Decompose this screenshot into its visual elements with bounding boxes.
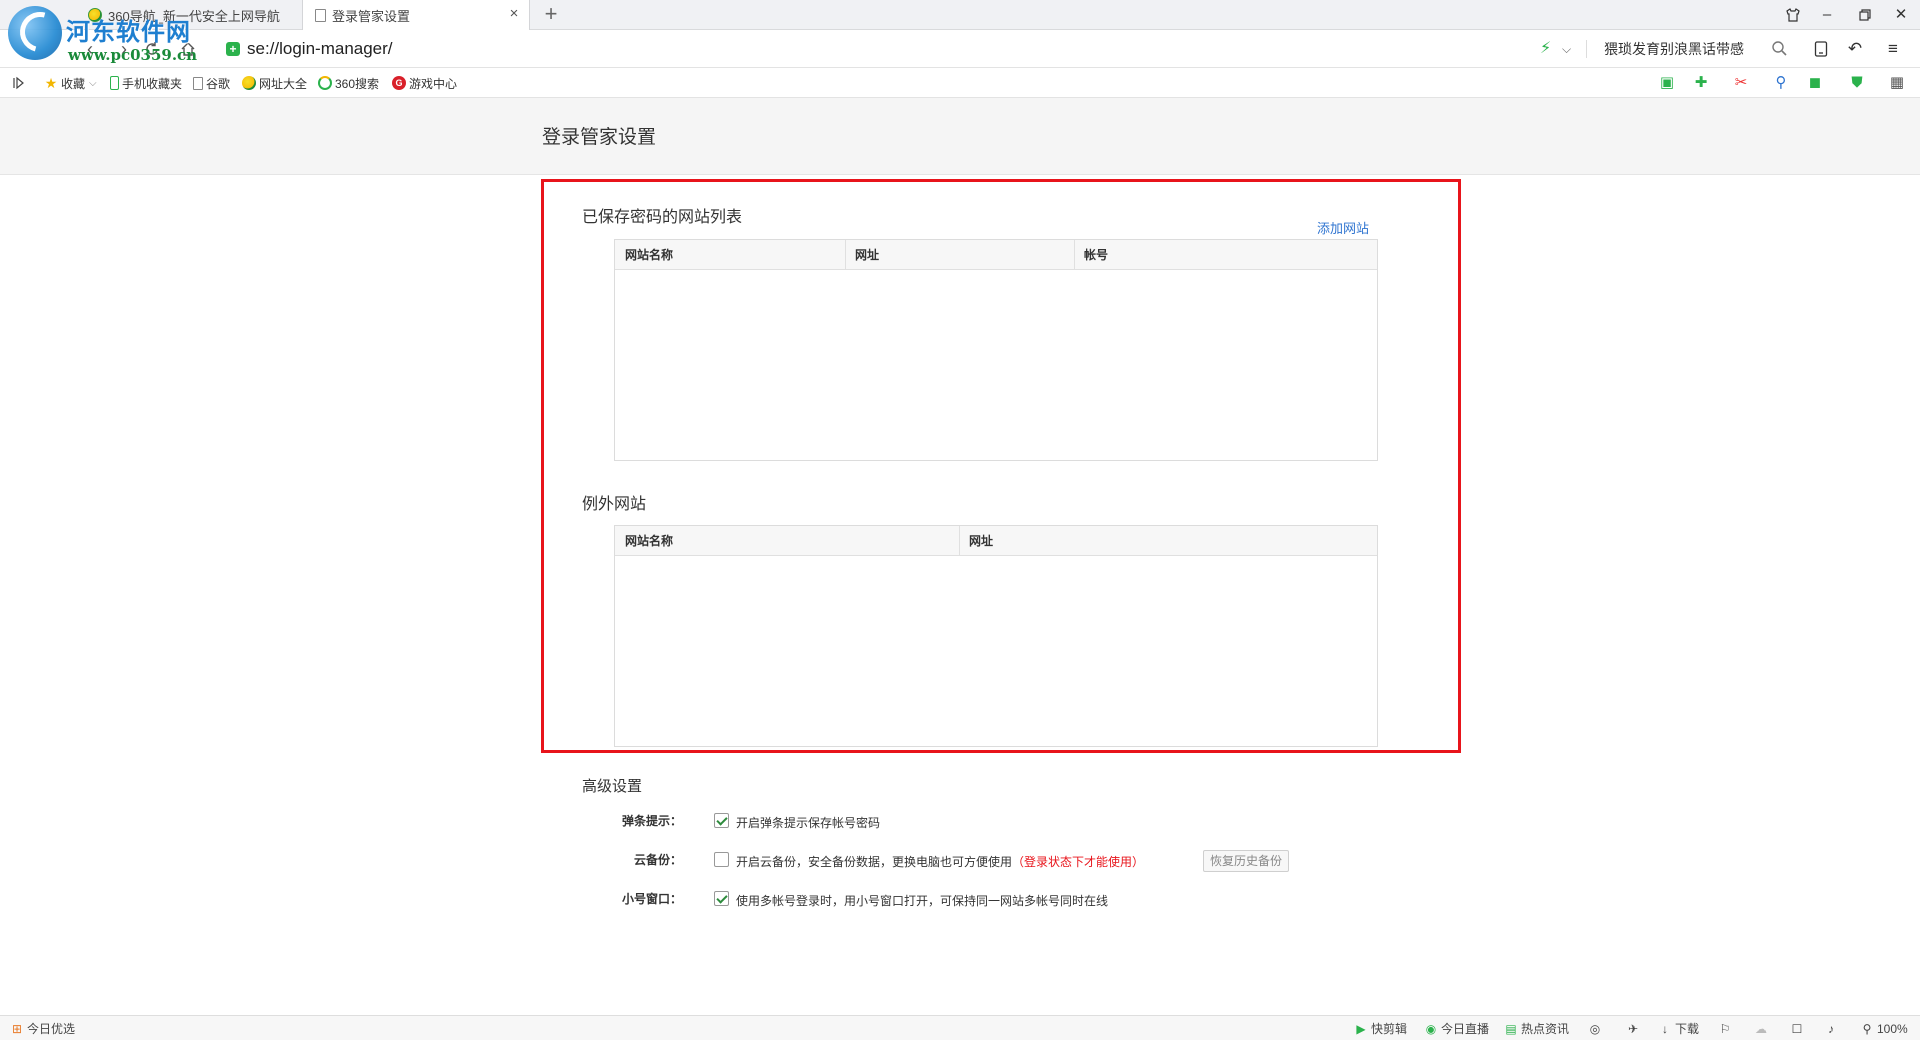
page-title: 登录管家设置 (542, 127, 657, 148)
tab-login-manager[interactable]: 登录管家设置 × (302, 0, 530, 31)
star-icon: ★ (44, 75, 58, 91)
today-live[interactable]: ◉ 今日直播 (1424, 1020, 1489, 1037)
screenshot-extension-icon[interactable]: ✚ (1690, 73, 1712, 93)
secure-shield-icon[interactable]: + (226, 42, 240, 56)
refresh-icon[interactable] (140, 37, 164, 61)
small-window-label: 小号窗口： (621, 892, 682, 906)
bookmark-google[interactable]: 谷歌 (193, 74, 230, 92)
menu-icon[interactable]: ≡ (1880, 37, 1906, 61)
hot-news[interactable]: ▤ 热点资讯 (1504, 1020, 1569, 1037)
cloud-backup-checkbox[interactable] (714, 852, 729, 867)
phone-icon (110, 76, 119, 90)
360-nav-icon (242, 76, 256, 90)
ebook-extension-icon[interactable]: ▣ (1656, 73, 1678, 93)
highlight-annotation-frame (541, 179, 1461, 753)
home-icon[interactable] (176, 37, 200, 61)
page-icon (315, 9, 326, 22)
undo-close-icon[interactable]: ↶ (1842, 37, 1868, 61)
cleanup-icon[interactable]: ☁ (1754, 1020, 1771, 1037)
status-bar: ⊞ 今日优选 ▶ 快剪辑 ◉ 今日直播 ▤ 热点资讯 ◎ ✈ ↓ 下载 ⚐ ☁ … (0, 1015, 1920, 1040)
volume-icon[interactable]: ♪ (1824, 1020, 1841, 1037)
window-icon[interactable]: ☐ (1790, 1020, 1807, 1037)
minimize-icon[interactable]: – (1812, 3, 1842, 27)
page-header: 登录管家设置 (0, 98, 1920, 175)
bookmark-favorites[interactable]: ★ 收藏 ⌵ (44, 74, 97, 92)
today-picks[interactable]: ⊞ 今日优选 (10, 1020, 75, 1037)
clip-icon: ▶ (1356, 1021, 1366, 1036)
quick-clip[interactable]: ▶ 快剪辑 (1354, 1020, 1407, 1037)
cloud-backup-text: 开启云备份，安全备份数据，更换电脑也可方便使用（登录状态下才能使用） (736, 855, 1145, 869)
bookmark-site-directory[interactable]: 网址大全 (242, 74, 307, 92)
gift-icon: ⊞ (11, 1021, 23, 1036)
360-nav-favicon-icon (88, 8, 102, 22)
flag-icon[interactable]: ⚐ (1718, 1020, 1735, 1037)
360-search-icon (318, 76, 332, 90)
game-center-icon: G (392, 76, 406, 90)
reading-mode-icon[interactable] (1808, 37, 1834, 61)
popup-tip-checkbox[interactable] (714, 813, 729, 828)
bookmark-360-search[interactable]: 360搜索 (318, 74, 379, 92)
bookmarks-bar: ★ 收藏 ⌵ 手机收藏夹 谷歌 网址大全 360搜索 G 游戏中心 ▣ ✚ ✂ … (0, 68, 1920, 98)
restore-backup-button[interactable]: 恢复历史备份 (1203, 850, 1289, 872)
play-icon: ◉ (1425, 1021, 1437, 1036)
popup-tip-label: 弹条提示： (621, 814, 682, 828)
zoom-level[interactable]: ⚲ 100% (1860, 1020, 1908, 1037)
pin-icon[interactable]: ✈ (1626, 1020, 1643, 1037)
divider (1586, 40, 1587, 58)
url-input[interactable] (247, 38, 1497, 60)
advanced-settings-title: 高级设置 (582, 778, 643, 795)
bookmark-mobile-favorites[interactable]: 手机收藏夹 (110, 74, 182, 92)
login-required-warning: （登录状态下才能使用） (1012, 855, 1145, 869)
gamepad-extension-icon[interactable]: ◼ (1804, 73, 1826, 93)
bookmark-game-center[interactable]: G 游戏中心 (392, 74, 457, 92)
small-window-checkbox[interactable] (714, 891, 729, 906)
search-icon[interactable] (1770, 39, 1790, 59)
sidebar-toggle-icon[interactable] (12, 74, 26, 92)
tab-label: 登录管家设置 (332, 9, 411, 24)
magnifier-extension-icon[interactable]: ⚲ (1770, 73, 1792, 93)
page-icon (193, 76, 203, 90)
close-window-icon[interactable]: ✕ (1886, 3, 1916, 27)
scissors-extension-icon[interactable]: ✂ (1730, 73, 1752, 93)
skin-icon[interactable] (1778, 3, 1808, 27)
restore-window-icon[interactable] (1850, 3, 1880, 27)
hot-search-suggestion[interactable]: 猥琐发育别浪黑话带感 (1604, 40, 1744, 58)
tab-360-nav[interactable]: 360导航_新一代安全上网导航 (70, 0, 300, 30)
new-tab-button[interactable]: + (540, 3, 562, 25)
speed-mode-bolt-icon[interactable]: ⚡ (1540, 40, 1551, 58)
tab-bar: 360导航_新一代安全上网导航 登录管家设置 × + – ✕ (0, 0, 1920, 31)
small-window-text: 使用多帐号登录时，用小号窗口打开，可保持同一网站多帐号同时在线 (736, 894, 1109, 908)
speedup-icon[interactable]: ◎ (1588, 1020, 1605, 1037)
shield-extension-icon[interactable]: ⛊ (1846, 73, 1868, 93)
popup-tip-text: 开启弹条提示保存帐号密码 (736, 816, 881, 830)
news-icon: ▤ (1505, 1021, 1517, 1036)
forward-icon[interactable]: › (112, 37, 136, 61)
tab-label: 360导航_新一代安全上网导航 (108, 8, 280, 24)
extensions-grid-icon[interactable]: ▦ (1886, 73, 1908, 93)
chevron-down-icon: ⌵ (89, 77, 97, 89)
zoom-icon: ⚲ (1862, 1021, 1872, 1036)
download-icon: ↓ (1662, 1021, 1668, 1036)
chevron-down-icon[interactable]: ⌵ (1562, 40, 1571, 58)
downloads[interactable]: ↓ 下载 (1658, 1020, 1699, 1037)
address-bar: ‹ › + ⚡ ⌵ 猥琐发育别浪黑话带感 ↶ ≡ (0, 30, 1920, 68)
close-tab-icon[interactable]: × (507, 6, 521, 21)
cloud-backup-label: 云备份： (633, 853, 682, 867)
back-icon[interactable]: ‹ (78, 37, 102, 61)
